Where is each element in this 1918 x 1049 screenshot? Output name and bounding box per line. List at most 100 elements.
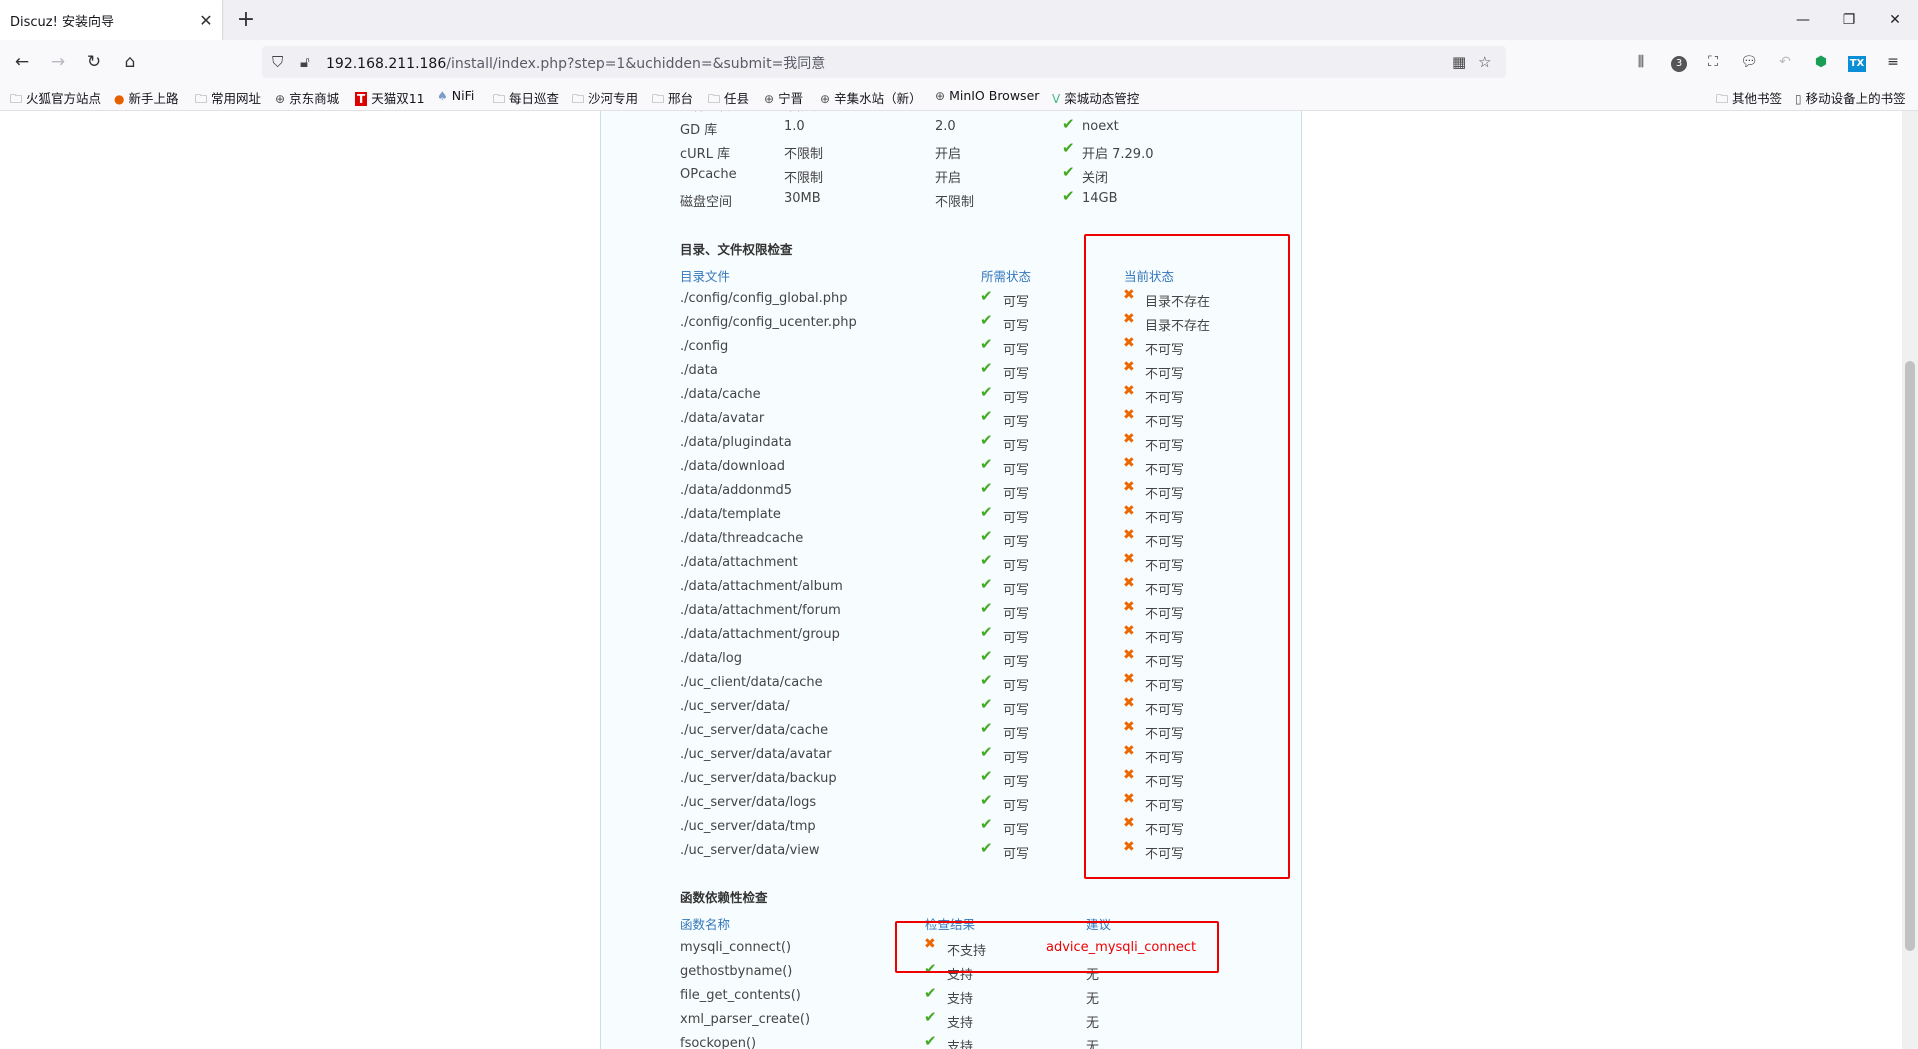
mobile-icon: ▯ (1795, 92, 1802, 106)
bookmark-item[interactable]: 🗀 任县 (708, 88, 749, 111)
minimize-icon[interactable]: — (1780, 0, 1826, 40)
extension-badge-count: 3 (1671, 56, 1687, 72)
vue-icon: V (1052, 92, 1061, 106)
func-name: fsockopen() (680, 1036, 757, 1049)
shield-icon[interactable]: ⛉ (272, 53, 283, 71)
folder-icon: 🗀 (572, 92, 585, 106)
dir-required: 可写 (1003, 583, 1030, 598)
bookmark-item-right[interactable]: ▯ 移动设备上的书签 (1795, 88, 1906, 107)
func-name: xml_parser_create() (680, 1012, 811, 1027)
bookmark-item-right[interactable]: 🗀 其他书签 (1716, 88, 1782, 111)
bookmark-label: 邢台 (668, 91, 694, 106)
insecure-lock-icon[interactable]: 🔓︎ (300, 53, 310, 71)
forward-icon[interactable]: → (44, 48, 72, 76)
bookmark-item[interactable]: ⊕ 辛集水站（新） (820, 88, 922, 107)
func-name: mysqli_connect() (680, 940, 792, 955)
env-best: 开启 (935, 147, 962, 162)
url-text[interactable]: 192.168.211.186/install/index.php?step=1… (326, 53, 825, 73)
check-icon: ✔ (924, 1032, 937, 1049)
dir-path: ./data/attachment/album (680, 579, 843, 594)
tx-label: TX (1848, 56, 1866, 72)
folder-icon: 🗀 (708, 92, 721, 106)
folder-icon: 🗀 (493, 92, 506, 106)
func-result: 支持 (947, 992, 974, 1007)
env-current: 开启 7.29.0 (1082, 147, 1154, 162)
close-tab-icon[interactable]: ✕ (194, 11, 218, 30)
back-icon[interactable]: ← (8, 48, 36, 76)
env-name: GD 库 (680, 123, 718, 138)
url-path: /install/index.php?step=1&uchidden=&subm… (446, 56, 826, 72)
undo-icon[interactable]: ↶ (1774, 51, 1796, 73)
check-icon: ✔ (980, 839, 993, 857)
dir-required: 可写 (1003, 631, 1030, 646)
menu-icon[interactable]: ≡ (1882, 51, 1904, 73)
bookmark-item[interactable]: 🗀 沙河专用 (572, 88, 638, 111)
check-icon: ✔ (1062, 115, 1075, 133)
tx-extension-icon[interactable]: TX (1846, 51, 1868, 73)
bookmark-label: 新手上路 (128, 91, 179, 106)
check-icon: ✔ (980, 815, 993, 833)
highlight-box-mysqli (895, 921, 1219, 973)
home-icon[interactable]: ⌂ (116, 48, 144, 76)
dir-required: 可写 (1003, 655, 1030, 670)
section-title-dir-check: 目录、文件权限检查 (680, 242, 793, 257)
bookmark-item[interactable]: 🗀 常用网址 (195, 88, 261, 111)
env-current: 关闭 (1082, 171, 1109, 186)
chat-icon[interactable]: 💬︎ (1738, 51, 1760, 73)
bookmark-item[interactable]: 🗀 邢台 (652, 88, 693, 111)
url-bar[interactable]: ⛉ 🔓︎ 192.168.211.186/install/index.php?s… (262, 46, 1506, 78)
bookmarks-bar: 🗀 火狐官方站点 ● 新手上路 🗀 常用网址 ⊕ 京东商城 T 天猫双11 ♠ NiFi 🗀 每日巡查 🗀 沙… (0, 84, 1918, 111)
bookmark-label: 辛集水站（新） (834, 91, 922, 106)
check-icon: ✔ (1062, 139, 1075, 157)
library-icon[interactable]: ⫼ (1630, 51, 1652, 73)
qr-code-icon[interactable]: ▦ (1452, 53, 1466, 71)
install-panel: 附件上传不限制2M✔2MGD 库1.02.0✔noextcURL 库不限制开启✔… (600, 111, 1302, 1049)
dir-required: 可写 (1003, 343, 1030, 358)
nav-bar: ← → ↻ ⌂ ⛉ 🔓︎ 192.168.211.186/install/ind… (0, 40, 1918, 84)
dir-path: ./uc_server/data/tmp (680, 819, 816, 834)
dir-path: ./data/plugindata (680, 435, 792, 450)
check-icon: ✔ (980, 431, 993, 449)
extension-badge-icon[interactable]: 3 (1668, 51, 1690, 73)
bookmark-item[interactable]: ⊕ 京东商城 (275, 88, 339, 107)
bookmark-item[interactable]: ⊕ 宁晋 (764, 88, 803, 107)
reload-icon[interactable]: ↻ (80, 48, 108, 76)
nifi-icon: ♠ (437, 89, 448, 103)
dir-path: ./uc_server/data/view (680, 843, 820, 858)
check-icon: ✔ (980, 287, 993, 305)
bookmark-item[interactable]: ♠ NiFi (437, 88, 474, 103)
bookmark-item[interactable]: ⊕ MinIO Browser (935, 88, 1039, 103)
scrollbar-thumb[interactable] (1905, 361, 1915, 951)
tab-discuz-install[interactable]: Discuz! 安装向导 ✕ (0, 0, 222, 40)
bookmark-item[interactable]: 🗀 火狐官方站点 (10, 88, 101, 111)
env-current: noext (1082, 119, 1119, 134)
bookmark-item[interactable]: T 天猫双11 (355, 88, 425, 107)
new-tab-icon[interactable]: + (232, 6, 260, 34)
folder-icon: 🗀 (10, 92, 23, 106)
check-icon: ✔ (924, 1008, 937, 1026)
page-scrollbar[interactable] (1902, 111, 1918, 1049)
bookmark-label: NiFi (451, 88, 475, 103)
tab-title: Discuz! 安装向导 (10, 14, 114, 30)
globe-icon: ⊕ (935, 89, 946, 103)
bookmark-item[interactable]: 🗀 每日巡查 (493, 88, 559, 111)
env-required: 30MB (784, 191, 821, 206)
close-window-icon[interactable]: ✕ (1872, 0, 1918, 40)
env-required: 1.0 (784, 119, 805, 134)
page-content: 附件上传不限制2M✔2MGD 库1.02.0✔noextcURL 库不限制开启✔… (0, 111, 1902, 1049)
bookmark-item[interactable]: V 栾城动态管控 (1052, 88, 1139, 107)
dir-path: ./uc_server/data/avatar (680, 747, 832, 762)
check-icon: ✔ (980, 407, 993, 425)
bookmark-star-icon[interactable]: ☆ (1478, 53, 1491, 71)
restore-icon[interactable]: ❐ (1826, 0, 1872, 40)
screenshot-crop-icon[interactable]: ⛶ (1702, 51, 1724, 73)
globe-icon: ⊕ (820, 92, 831, 106)
dir-path: ./config/config_ucenter.php (680, 315, 857, 330)
dir-required: 可写 (1003, 463, 1030, 478)
check-icon: ✔ (980, 695, 993, 713)
func-advice: 无 (1086, 992, 1100, 1007)
dir-path: ./data/attachment/forum (680, 603, 841, 618)
shield-extension-icon[interactable]: ⬢ (1810, 51, 1832, 73)
check-icon: ✔ (980, 767, 993, 785)
bookmark-item[interactable]: ● 新手上路 (114, 88, 179, 107)
